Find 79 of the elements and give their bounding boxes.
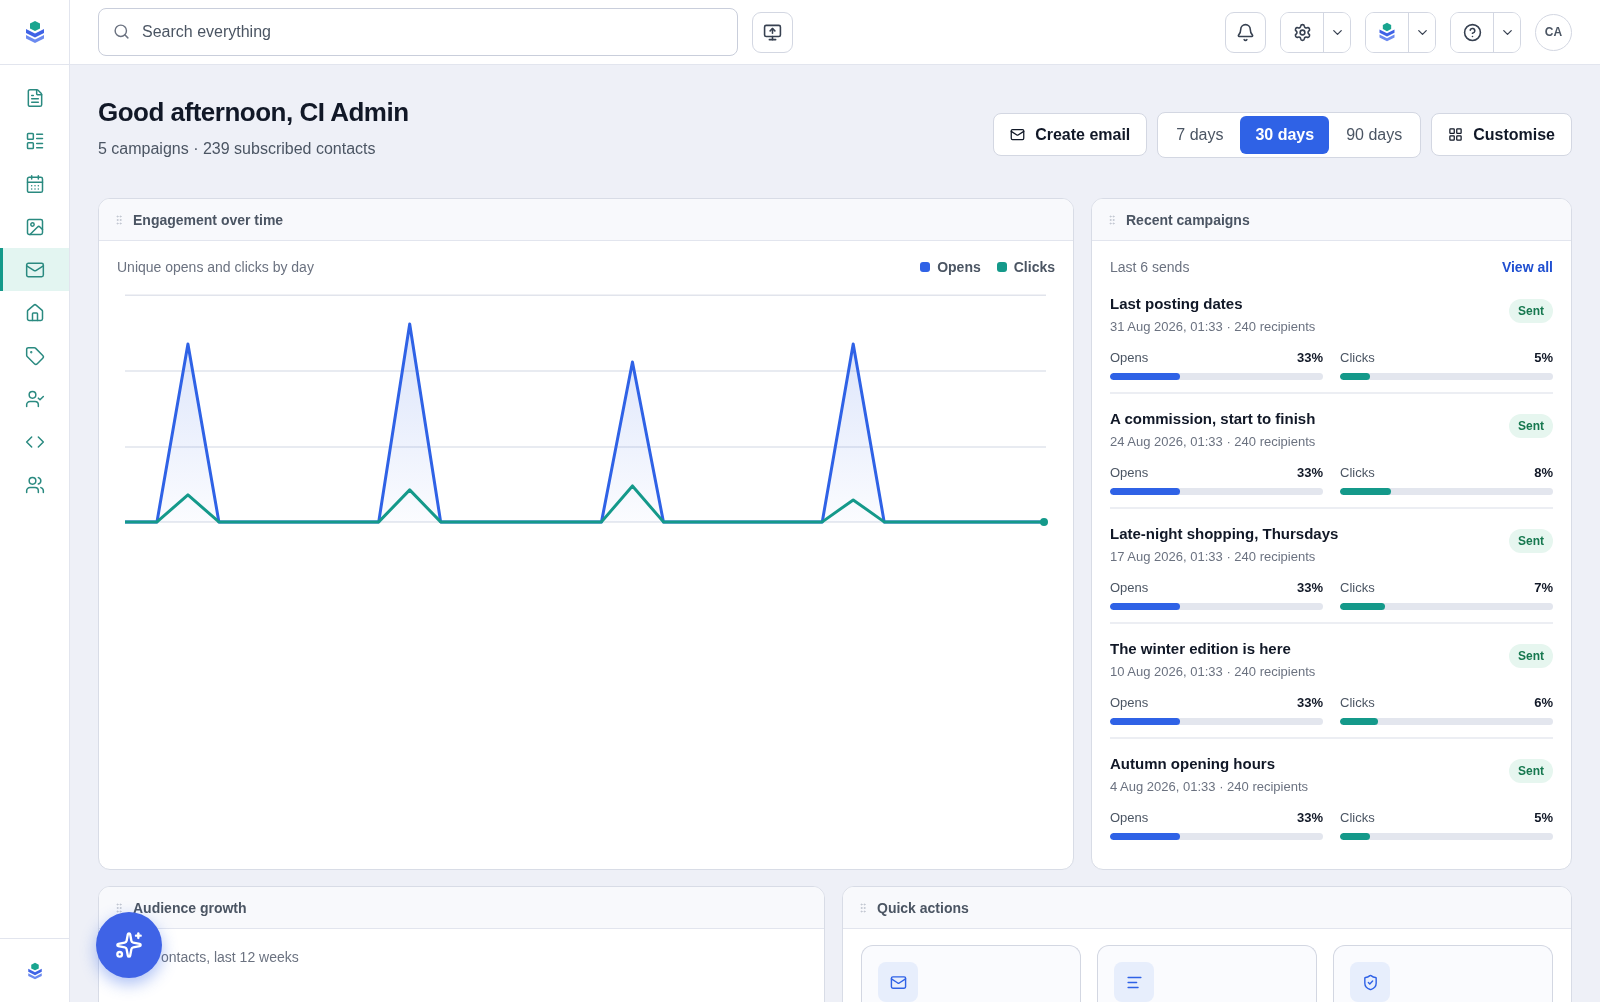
status-badge: Sent: [1509, 529, 1553, 553]
stat-value: 33%: [1296, 695, 1323, 710]
stat-value: 5%: [1534, 350, 1553, 365]
status-badge: Sent: [1509, 644, 1553, 668]
logo-icon: [1377, 22, 1397, 42]
stat-label: Opens: [1110, 695, 1149, 710]
legend-label: Opens: [937, 259, 981, 275]
tag-icon: [24, 345, 45, 366]
panel-title: Audience growth: [133, 899, 247, 916]
mail-icon: [889, 973, 907, 991]
stat-value: 6%: [1534, 695, 1553, 710]
mail-icon: [1010, 127, 1026, 142]
status-badge: Sent: [1509, 299, 1553, 323]
search-icon: [113, 23, 130, 40]
monitor-icon: [763, 22, 782, 42]
panel-subtitle: Last 6 sends: [1110, 259, 1190, 275]
legend-label: Clicks: [1013, 259, 1055, 275]
stat-label: Opens: [1110, 465, 1149, 480]
campaign-name[interactable]: A commission, start to finish: [1110, 410, 1316, 427]
bell-icon: [1236, 22, 1255, 42]
stat-label: Opens: [1110, 810, 1149, 825]
users-icon: [24, 474, 45, 495]
status-badge: Sent: [1509, 414, 1553, 438]
stat-value: 33%: [1296, 350, 1323, 365]
stat-value: 5%: [1534, 810, 1553, 825]
sidebar-item[interactable]: [0, 248, 69, 291]
drag-handle-icon[interactable]: [1106, 213, 1118, 226]
summary-text: 5 campaigns · 239 subscribed contacts: [98, 140, 377, 158]
campaign-meta: 24 Aug 2026, 01:33 · 240 recipients: [1110, 434, 1316, 449]
campaign-name[interactable]: Last posting dates: [1110, 295, 1316, 312]
stat-value: 33%: [1296, 580, 1323, 595]
shield-icon: [1361, 973, 1379, 991]
logo-icon: [25, 961, 44, 980]
stat-label: Opens: [1110, 350, 1149, 365]
help-icon: [1462, 22, 1482, 42]
range-tab[interactable]: 7 days: [1161, 116, 1239, 154]
stat-value: 8%: [1534, 465, 1553, 480]
stat-label: Clicks: [1340, 695, 1375, 710]
list-icon: [24, 130, 45, 151]
drag-handle-icon[interactable]: [113, 213, 125, 226]
campaign-meta: 17 Aug 2026, 01:33 · 240 recipients: [1110, 549, 1317, 564]
drag-handle-icon[interactable]: [113, 901, 125, 914]
range-tab[interactable]: 90 days: [1331, 116, 1418, 154]
status-badge: Sent: [1509, 759, 1553, 783]
screen-button[interactable]: [752, 11, 793, 53]
customise-button[interactable]: Customise: [1431, 113, 1572, 156]
campaign-meta: 10 Aug 2026, 01:33 · 240 recipients: [1110, 664, 1316, 679]
home-icon: [24, 302, 45, 323]
stat-value: 33%: [1296, 465, 1323, 480]
stat-label: Clicks: [1340, 465, 1375, 480]
grid-icon: [1448, 127, 1464, 142]
user-check-icon: [24, 388, 45, 409]
panel-subtitle: ontacts, last 12 weeks: [161, 949, 300, 965]
view-all-link[interactable]: View all: [1501, 259, 1553, 275]
stat-value: 33%: [1296, 810, 1323, 825]
stat-value: 7%: [1534, 580, 1553, 595]
calendar-icon: [24, 173, 45, 194]
sparkles-icon: [115, 931, 143, 959]
campaign-meta: 31 Aug 2026, 01:33 · 240 recipients: [1110, 319, 1316, 334]
notifications-button[interactable]: [1225, 11, 1266, 53]
create-email-button[interactable]: Create email: [993, 113, 1148, 156]
stat-label: Clicks: [1340, 810, 1375, 825]
campaign-name[interactable]: Late-night shopping, Thursdays: [1110, 525, 1339, 542]
chart-subtitle: Unique opens and clicks by day: [117, 259, 314, 275]
campaign-meta: 4 Aug 2026, 01:33 · 240 recipients: [1110, 779, 1309, 794]
panel-title: Quick actions: [877, 899, 969, 916]
campaign-name[interactable]: The winter edition is here: [1110, 640, 1316, 657]
range-tab[interactable]: 30 days: [1240, 116, 1330, 154]
drag-handle-icon[interactable]: [857, 901, 869, 914]
search-field[interactable]: Search everything: [98, 8, 738, 56]
panel-title: Engagement over time: [133, 211, 284, 228]
image-icon: [24, 216, 45, 237]
stat-label: Clicks: [1340, 350, 1375, 365]
panel-title: Recent campaigns: [1126, 211, 1250, 228]
greeting-heading: Good afternoon, CI Admin: [98, 97, 409, 128]
stat-label: Clicks: [1340, 580, 1375, 595]
settings-icon: [1292, 22, 1312, 42]
campaign-name[interactable]: Autumn opening hours: [1110, 755, 1309, 772]
stat-label: Opens: [1110, 580, 1149, 595]
